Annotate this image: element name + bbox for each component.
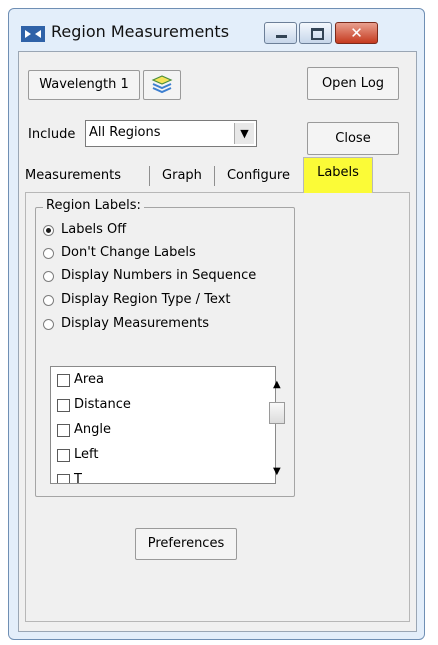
- close-window-button[interactable]: ✕: [335, 22, 378, 44]
- open-log-button[interactable]: Open Log: [307, 67, 399, 100]
- checkbox-icon[interactable]: [57, 449, 70, 462]
- checkbox-icon[interactable]: [57, 399, 70, 412]
- maximize-button[interactable]: [299, 22, 332, 44]
- tab-labels[interactable]: Labels: [303, 157, 373, 193]
- tab-graph[interactable]: Graph: [155, 164, 209, 190]
- tab-divider: [149, 166, 150, 186]
- minimize-icon: [276, 35, 287, 38]
- checklist-item-label: Area: [74, 372, 104, 387]
- scroll-down-arrow-icon[interactable]: ▼: [273, 466, 281, 477]
- radio-label: Display Measurements: [61, 316, 210, 331]
- title-bar[interactable]: Region Measurements ✕: [9, 9, 424, 51]
- region-measurements-window: Region Measurements ✕ Wavelength 1 Open …: [8, 8, 425, 640]
- radio-selected-dot: [46, 228, 51, 233]
- checklist-item-label: T: [74, 472, 82, 484]
- radio-label: Labels Off: [61, 222, 127, 237]
- scroll-up-arrow-icon[interactable]: ▲: [273, 379, 281, 390]
- close-icon: ✕: [350, 24, 363, 42]
- region-labels-title: Region Labels:: [43, 198, 144, 213]
- close-button[interactable]: Close: [307, 122, 399, 155]
- include-selected-value: All Regions: [89, 125, 161, 140]
- maximize-icon: [311, 28, 324, 40]
- checkbox-icon[interactable]: [57, 474, 70, 483]
- checklist-item-label: Angle: [74, 422, 111, 437]
- chevron-down-icon[interactable]: ▼: [234, 123, 254, 144]
- preferences-button[interactable]: Preferences: [135, 528, 237, 560]
- minimize-button[interactable]: [264, 22, 297, 44]
- window-title: Region Measurements: [51, 22, 230, 41]
- radio-button-icon: [43, 319, 54, 330]
- include-dropdown[interactable]: All Regions ▼: [85, 120, 257, 147]
- checkbox-icon[interactable]: [57, 424, 70, 437]
- radio-button-icon: [43, 248, 54, 259]
- tab-measurements[interactable]: Measurements: [25, 164, 155, 190]
- include-label: Include: [28, 127, 76, 142]
- client-area: Wavelength 1 Open Log Include All Region…: [18, 51, 417, 632]
- app-icon: [21, 26, 45, 42]
- radio-label: Display Numbers in Sequence: [61, 268, 257, 283]
- radio-button-icon: [43, 271, 54, 282]
- stack-layers-icon: [151, 75, 173, 94]
- radio-label: Display Region Type / Text: [61, 292, 231, 307]
- checklist-item-label: Distance: [74, 397, 131, 412]
- radio-label: Don't Change Labels: [61, 245, 196, 260]
- stack-button[interactable]: [143, 70, 181, 100]
- radio-button-icon: [43, 295, 54, 306]
- checklist-item-label: Left: [74, 447, 99, 462]
- checkbox-icon[interactable]: [57, 374, 70, 387]
- scrollbar-thumb[interactable]: [269, 402, 285, 424]
- radio-button-icon: [43, 225, 54, 236]
- wavelength-button[interactable]: Wavelength 1: [28, 70, 140, 100]
- measurements-checklist[interactable]: Area Distance Angle Left T: [50, 366, 276, 484]
- tab-configure[interactable]: Configure: [215, 164, 302, 190]
